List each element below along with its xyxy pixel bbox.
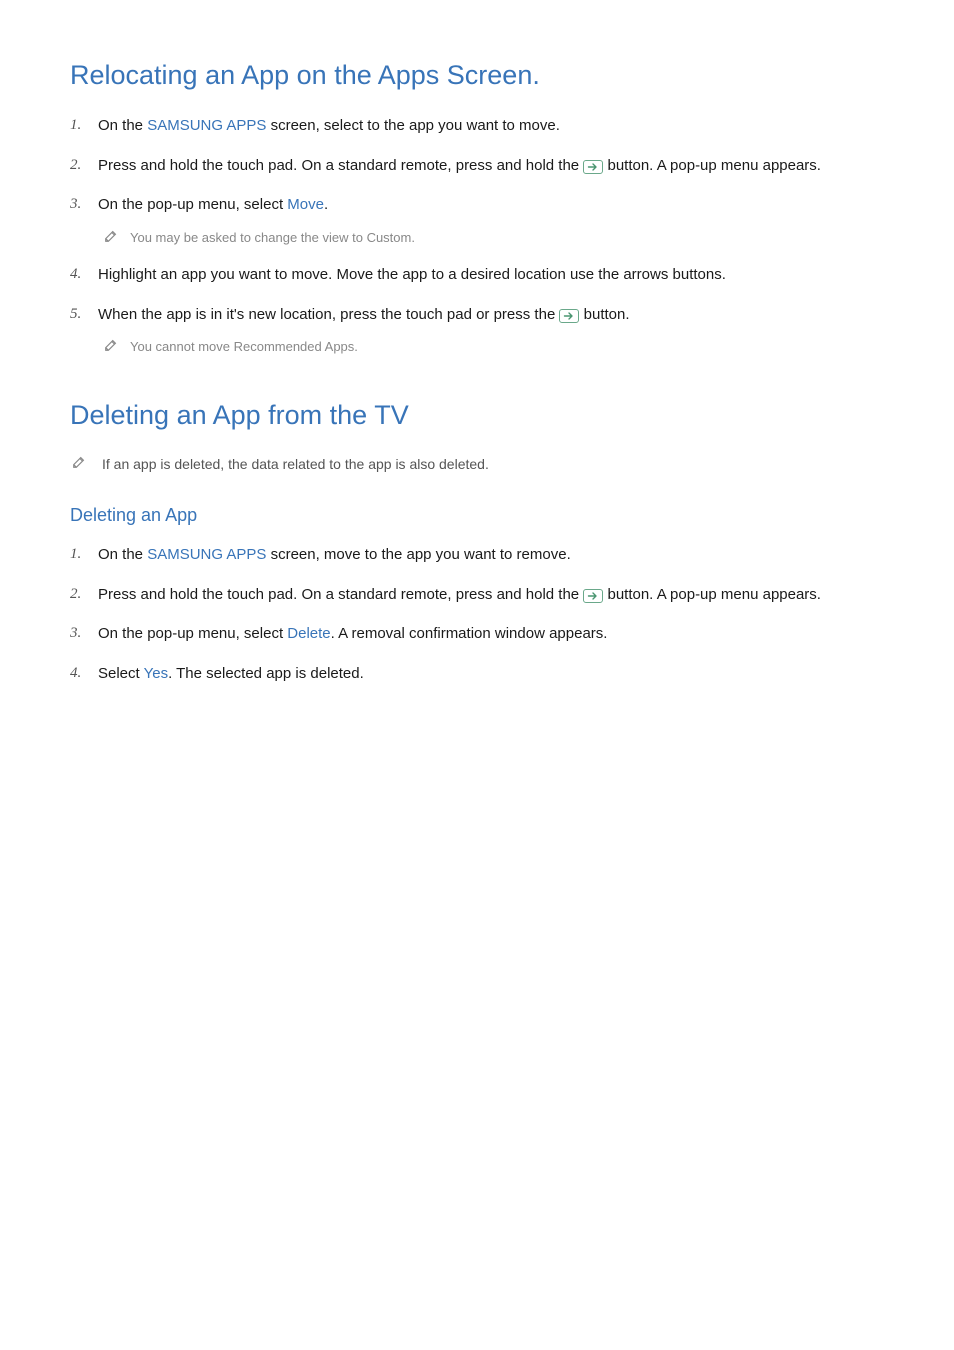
- step-text: On the pop-up menu, select Move.: [98, 196, 328, 213]
- step-5: 5. When the app is in it's new location,…: [98, 302, 884, 358]
- pencil-icon: [72, 453, 86, 475]
- step-text: Press and hold the touch pad. On a stand…: [98, 157, 821, 174]
- step-number: 3.: [70, 621, 81, 647]
- step-text: Highlight an app you want to move. Move …: [98, 266, 726, 283]
- heading-deleting: Deleting an App from the TV: [70, 400, 884, 431]
- step-text: When the app is in it's new location, pr…: [98, 306, 630, 323]
- subheading-deleting-app: Deleting an App: [70, 505, 884, 526]
- keyword-samsung-apps: SAMSUNG APPS: [147, 546, 266, 563]
- section-relocating: Relocating an App on the Apps Screen. 1.…: [70, 60, 884, 358]
- step-4: 4. Highlight an app you want to move. Mo…: [98, 262, 884, 288]
- keyword-delete: Delete: [287, 625, 330, 642]
- enter-button-icon: [583, 160, 603, 174]
- steps-relocating: 1. On the SAMSUNG APPS screen, select to…: [70, 113, 884, 358]
- step-number: 1.: [70, 113, 81, 139]
- pencil-icon: [104, 229, 118, 250]
- pencil-icon: [104, 338, 118, 359]
- step-number: 5.: [70, 302, 81, 328]
- step-text: Press and hold the touch pad. On a stand…: [98, 586, 821, 603]
- enter-button-icon: [559, 309, 579, 323]
- keyword-yes: Yes: [144, 665, 168, 682]
- step-text: On the pop-up menu, select Delete. A rem…: [98, 625, 607, 642]
- step-number: 3.: [70, 192, 81, 218]
- note-custom-view: You may be asked to change the view to C…: [98, 228, 884, 249]
- step-number: 2.: [70, 582, 81, 608]
- step-1: 1. On the SAMSUNG APPS screen, move to t…: [98, 542, 884, 568]
- step-number: 1.: [70, 542, 81, 568]
- enter-button-icon: [583, 589, 603, 603]
- note-delete-data: If an app is deleted, the data related t…: [70, 453, 884, 475]
- heading-relocating: Relocating an App on the Apps Screen.: [70, 60, 884, 91]
- step-2: 2. Press and hold the touch pad. On a st…: [98, 582, 884, 608]
- step-text: On the SAMSUNG APPS screen, select to th…: [98, 117, 560, 134]
- step-number: 2.: [70, 153, 81, 179]
- steps-deleting: 1. On the SAMSUNG APPS screen, move to t…: [70, 542, 884, 686]
- step-4: 4. Select Yes. The selected app is delet…: [98, 661, 884, 687]
- step-text: Select Yes. The selected app is deleted.: [98, 665, 364, 682]
- keyword-samsung-apps: SAMSUNG APPS: [147, 117, 266, 134]
- step-3: 3. On the pop-up menu, select Delete. A …: [98, 621, 884, 647]
- step-text: On the SAMSUNG APPS screen, move to the …: [98, 546, 571, 563]
- step-3: 3. On the pop-up menu, select Move. You …: [98, 192, 884, 248]
- note-recommended-apps: You cannot move Recommended Apps.: [98, 337, 884, 358]
- step-number: 4.: [70, 262, 81, 288]
- keyword-move: Move: [287, 196, 324, 213]
- section-deleting: Deleting an App from the TV If an app is…: [70, 400, 884, 686]
- step-1: 1. On the SAMSUNG APPS screen, select to…: [98, 113, 884, 139]
- step-number: 4.: [70, 661, 81, 687]
- step-2: 2. Press and hold the touch pad. On a st…: [98, 153, 884, 179]
